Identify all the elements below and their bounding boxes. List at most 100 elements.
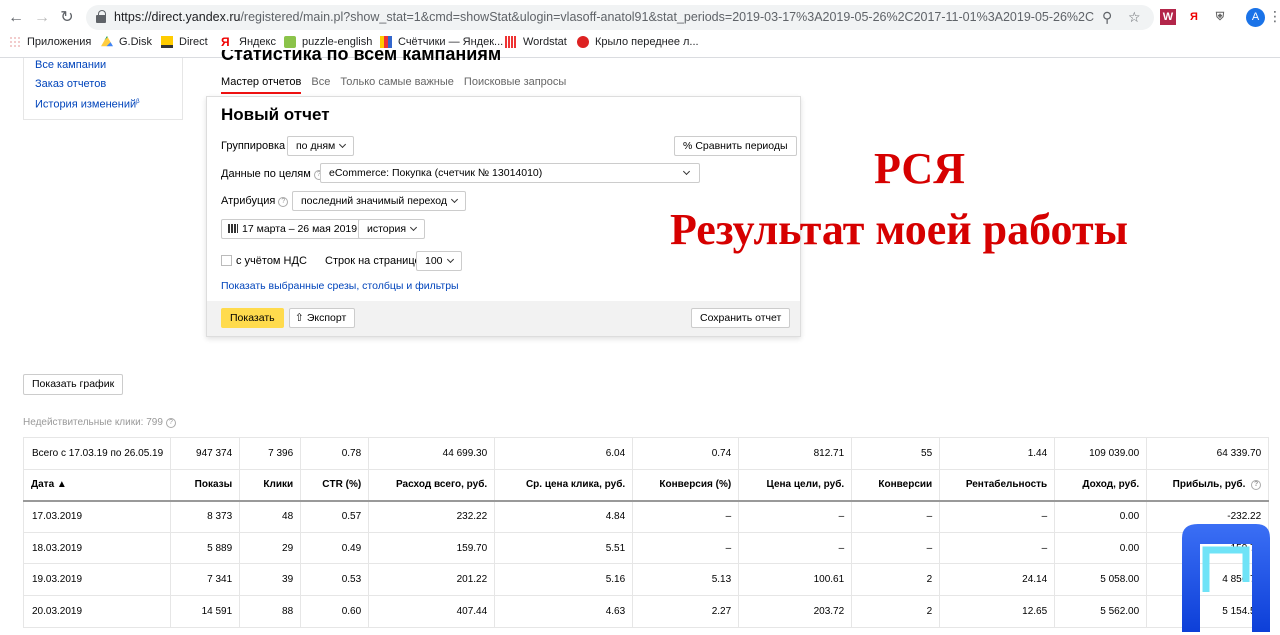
show-button[interactable]: Показать	[221, 308, 284, 328]
table-cell: 2.27	[632, 595, 740, 628]
chevron-down-icon	[339, 140, 347, 149]
tab-important[interactable]: Только самые важные	[340, 76, 454, 94]
direct-icon	[161, 36, 173, 48]
table-cell: 1.44	[939, 437, 1056, 470]
page-title-wrap: Статистика по всем кампаниям	[221, 50, 821, 64]
table-cell: –	[939, 500, 1056, 533]
attribution-select[interactable]: последний значимый переход	[292, 191, 467, 211]
promo-heading: РСЯ	[874, 144, 965, 193]
table-cell: 17.03.2019	[22, 500, 172, 533]
table-cell: 109 039.00	[1054, 437, 1148, 470]
column-header[interactable]: Ср. цена клика, руб.	[494, 469, 634, 502]
bookmark-apps[interactable]: Приложения	[9, 36, 91, 48]
goals-label: Данные по целям?	[221, 168, 324, 180]
chevron-down-icon	[450, 195, 459, 204]
table-cell: 24.14	[939, 563, 1056, 596]
table-cell: –	[632, 500, 740, 533]
table-cell: 12.65	[939, 595, 1056, 628]
table-cell: 5 562.00	[1054, 595, 1148, 628]
column-header[interactable]: Прибыль, руб. ?	[1146, 469, 1270, 502]
menu-icon[interactable]: ⋮	[1268, 8, 1280, 25]
export-icon: ⇧	[295, 312, 304, 324]
table-cell: 0.53	[300, 563, 370, 596]
table-cell: 5 889	[170, 532, 241, 565]
column-header[interactable]: Цена цели, руб.	[738, 469, 853, 502]
back-icon[interactable]: ←	[6, 8, 26, 28]
chevron-down-icon	[682, 167, 691, 176]
ext-w-icon[interactable]: W	[1160, 9, 1176, 25]
invalid-clicks: Недействительные клики: 799?	[23, 417, 176, 428]
save-report-button[interactable]: Сохранить отчет	[691, 308, 791, 328]
table-cell: 5.13	[632, 563, 740, 596]
ext-shield-icon[interactable]: ⛨	[1212, 9, 1228, 25]
table-cell: 4.63	[494, 595, 634, 628]
column-header[interactable]: Расход всего, руб.	[368, 469, 496, 502]
bookmark-puzzle-english[interactable]: puzzle-english	[284, 36, 372, 48]
tab-report-master[interactable]: Мастер отчетов	[221, 76, 302, 94]
table-cell: 20.03.2019	[22, 595, 172, 628]
table-cell: –	[851, 500, 941, 533]
table-cell: –	[738, 532, 853, 565]
date-range-picker[interactable]: 17 марта – 26 мая 2019	[221, 219, 367, 239]
column-header[interactable]: Показы	[170, 469, 241, 502]
zoom-icon[interactable]: ⚲	[1102, 9, 1112, 26]
table-row: 19.03.2019 7 341 39 0.53 201.22 5.16 5.13 100.6…	[22, 563, 1270, 596]
table-cell: 5 058.00	[1054, 563, 1148, 596]
bookmark-star-icon[interactable]: ☆	[1128, 9, 1141, 26]
column-header[interactable]: Конверсии	[851, 469, 941, 502]
export-button[interactable]: ⇧ Экспорт	[289, 308, 356, 328]
reload-icon[interactable]: ↻	[57, 8, 77, 28]
column-header[interactable]: Клики	[239, 469, 302, 502]
table-cell: 100.61	[738, 563, 853, 596]
bookmark-gdisk[interactable]: G.Disk	[101, 36, 152, 48]
url-text[interactable]: https://direct.yandex.ru/registered/main…	[114, 10, 1094, 24]
show-graph-button[interactable]: Показать график	[23, 374, 124, 395]
profile-avatar[interactable]: A	[1246, 8, 1265, 27]
table-cell: 2	[851, 595, 941, 628]
table-cell: 159.70	[368, 532, 496, 565]
bookmark-yandex[interactable]: Я Яндекс	[221, 36, 276, 48]
goals-select[interactable]: eCommerce: Покупка (счетчик № 13014010)	[320, 163, 700, 183]
table-cell: –	[632, 532, 740, 565]
column-header[interactable]: Конверсия (%)	[632, 469, 740, 502]
wordstat-icon	[505, 36, 517, 48]
grouping-label: Группировка	[221, 140, 286, 152]
tab-search-queries[interactable]: Поисковые запросы	[464, 76, 566, 94]
grouping-select[interactable]: по дням	[287, 136, 355, 156]
column-header[interactable]: Доход, руб.	[1054, 469, 1148, 502]
table-cell: 18.03.2019	[22, 532, 172, 565]
address-bar[interactable]: https://direct.yandex.ru/registered/main…	[86, 5, 1154, 30]
column-header[interactable]: Дата ▲	[22, 469, 172, 502]
help-icon[interactable]: ?	[278, 197, 289, 207]
help-icon[interactable]: ?	[1251, 480, 1262, 491]
nav-all-campaigns[interactable]: Все кампании	[35, 57, 182, 76]
bookmark-direct[interactable]: Direct	[161, 36, 208, 48]
show-filters-link[interactable]: Показать выбранные срезы, столбцы и филь…	[221, 280, 459, 292]
table-cell: 2	[851, 563, 941, 596]
table-cell: 14 591	[170, 595, 241, 628]
help-icon[interactable]: ?	[165, 418, 176, 428]
table-row: 20.03.2019 14 591 88 0.60 407.44 4.63 2.27 203.…	[22, 595, 1270, 628]
ext-yandex-icon[interactable]: Я	[1186, 9, 1202, 25]
vat-checkbox[interactable]	[221, 255, 232, 266]
nav-report-orders[interactable]: Заказ отчетов	[35, 76, 182, 95]
google-drive-icon	[101, 36, 113, 47]
tab-all[interactable]: Все	[311, 76, 330, 94]
bookmark-wing[interactable]: Крыло переднее л...	[577, 36, 699, 48]
compare-periods-button[interactable]: % Сравнить периоды	[674, 136, 797, 156]
column-header[interactable]: Рентабельность	[939, 469, 1056, 502]
history-select[interactable]: история	[358, 219, 426, 239]
table-cell: 0.78	[300, 437, 370, 470]
calendar-icon	[228, 224, 238, 233]
rows-per-page-select[interactable]: 100	[416, 251, 462, 271]
nav-change-history[interactable]: История измененийβ	[35, 94, 182, 113]
table-cell: 39	[239, 563, 302, 596]
column-header[interactable]: CTR (%)	[300, 469, 370, 502]
bookmark-counters[interactable]: Счётчики — Яндек...	[380, 36, 503, 48]
forward-icon[interactable]: →	[32, 8, 52, 28]
table-cell: –	[939, 532, 1056, 565]
table-cell: 48	[239, 500, 302, 533]
bookmark-wordstat[interactable]: Wordstat	[505, 36, 567, 48]
chevron-down-icon	[410, 223, 418, 232]
metrika-icon	[380, 36, 392, 48]
